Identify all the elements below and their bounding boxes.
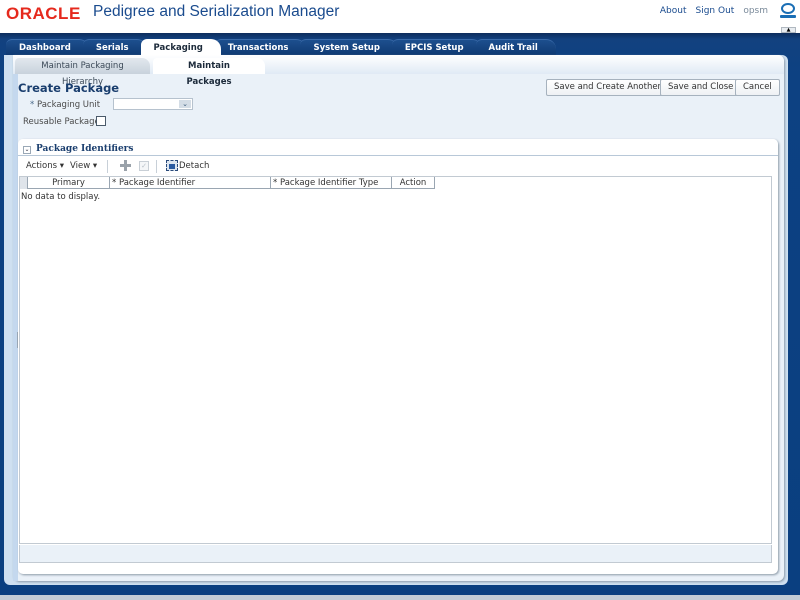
subtab-maintain-packaging-hierarchy[interactable]: Maintain Packaging Hierarchy [15, 58, 150, 87]
table-footer [19, 545, 772, 563]
view-label: View [70, 161, 91, 171]
reusable-package-label: Reusable Package [23, 117, 100, 127]
bottom-strip [0, 595, 800, 600]
column-header-package-identifier[interactable]: * Package Identifier [110, 177, 271, 189]
column-header-action[interactable]: Action [392, 177, 435, 189]
cancel-button[interactable]: Cancel [735, 79, 780, 96]
reusable-package-checkbox[interactable] [96, 116, 106, 126]
content-frame: Maintain Packaging Hierarchy Maintain Pa… [4, 55, 788, 585]
app-title: Pedigree and Serialization Manager [93, 3, 340, 20]
panel-title: Package Identifiers [36, 144, 134, 154]
table-header: Primary * Package Identifier * Package I… [20, 177, 435, 189]
panel-header: ⌄ Package Identifiers [18, 139, 778, 156]
add-row-icon[interactable] [120, 160, 131, 171]
toolbar-separator [107, 160, 108, 173]
detach-icon[interactable] [166, 160, 178, 171]
toolbar-separator [156, 160, 157, 173]
tab-system-setup[interactable]: System Setup [300, 39, 398, 55]
tab-dashboard[interactable]: Dashboard [6, 39, 89, 55]
page-title: Create Package [18, 81, 120, 95]
main-tabs: Dashboard Serials Packaging Transactions… [6, 39, 556, 55]
save-and-create-another-button[interactable]: Save and Create Another [546, 79, 670, 96]
actions-menu[interactable]: Actions ▾ [26, 161, 64, 171]
detach-button[interactable]: Detach [179, 161, 209, 171]
package-identifiers-panel: ⌄ Package Identifiers Actions ▾ View ▾ ✓… [18, 139, 778, 574]
subtabs-bar: Maintain Packaging Hierarchy Maintain Pa… [13, 55, 784, 87]
tab-packaging[interactable]: Packaging [140, 39, 221, 55]
sign-out-link[interactable]: Sign Out [696, 6, 735, 16]
empty-table-message: No data to display. [21, 192, 101, 202]
content-area: Maintain Packaging Hierarchy Maintain Pa… [13, 55, 784, 581]
tab-audit-trail[interactable]: Audit Trail [475, 39, 556, 55]
packaging-unit-row: * Packaging Unit ⌄ [30, 98, 193, 110]
collapse-header-button[interactable]: ▲ [781, 27, 796, 33]
oracle-logo: ORACLE [6, 4, 81, 23]
about-link[interactable]: About [660, 6, 687, 16]
app-header: ORACLE Pedigree and Serialization Manage… [0, 0, 800, 33]
tab-serials[interactable]: Serials [82, 39, 147, 55]
global-links: About Sign Out opsm [660, 6, 768, 16]
user-name: opsm [743, 6, 768, 16]
table-toolbar: Actions ▾ View ▾ ✓ Detach [18, 157, 778, 175]
save-and-close-button[interactable]: Save and Close [660, 79, 742, 96]
disclose-toggle-icon[interactable]: ⌄ [23, 146, 31, 154]
column-header-package-identifier-type[interactable]: * Package Identifier Type [271, 177, 392, 189]
chevron-down-icon[interactable]: ⌄ [179, 100, 191, 108]
edit-row-icon[interactable]: ✓ [139, 161, 149, 171]
packaging-unit-select[interactable]: ⌄ [113, 98, 193, 110]
actions-label: Actions [26, 161, 58, 171]
subtab-maintain-packages[interactable]: Maintain Packages [153, 58, 265, 87]
required-marker: * [30, 100, 35, 110]
column-header-primary[interactable]: Primary [28, 177, 110, 189]
package-identifiers-table: Primary * Package Identifier * Package I… [19, 176, 772, 544]
tab-epcis-setup[interactable]: EPCIS Setup [391, 39, 482, 55]
oracle-o-icon [781, 3, 795, 14]
row-selector-header [20, 177, 28, 189]
packaging-unit-label: Packaging Unit [36, 100, 101, 110]
reusable-package-row: Reusable Package [23, 116, 106, 127]
oracle-o-base-icon [780, 15, 796, 18]
tab-transactions[interactable]: Transactions [214, 39, 307, 55]
view-menu[interactable]: View ▾ [70, 161, 97, 171]
